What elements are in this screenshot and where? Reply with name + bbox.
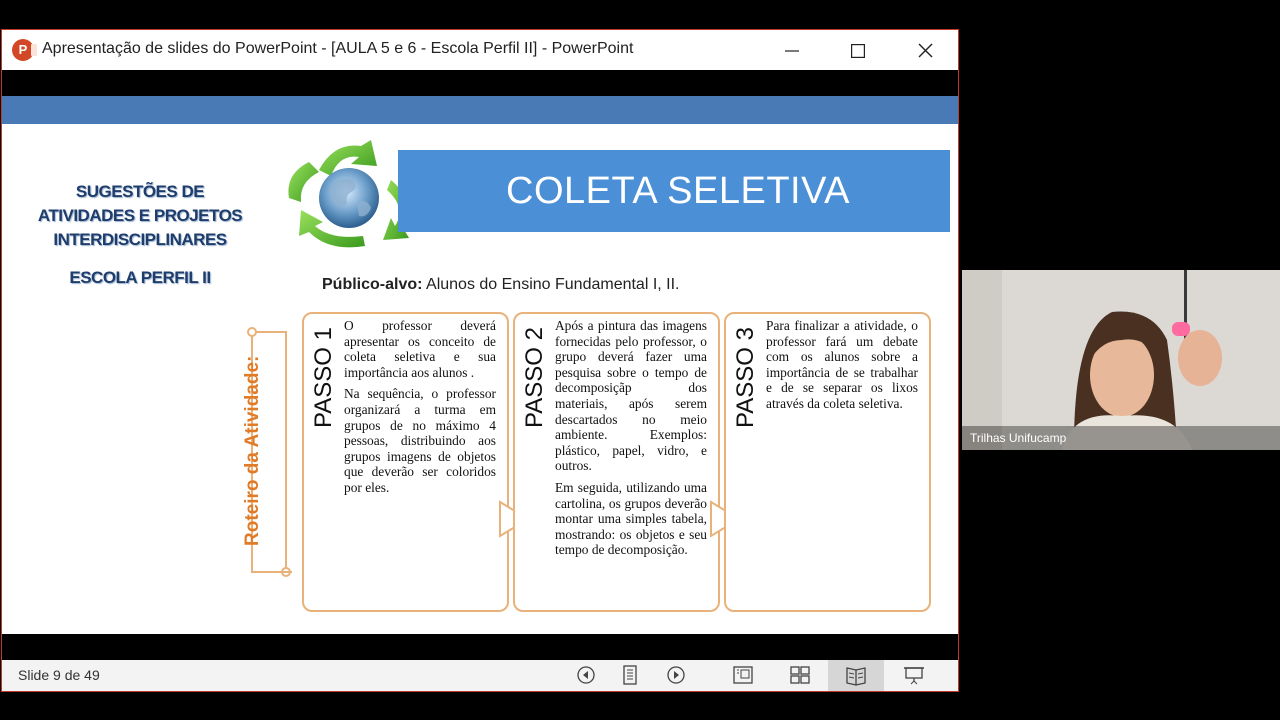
slide-sorter-button[interactable] — [786, 663, 814, 687]
slideshow-button[interactable] — [900, 663, 928, 687]
maximize-icon — [851, 43, 866, 58]
audience-label: Público-alvo: — [322, 276, 423, 293]
side-title-line: SUGESTÕES DE — [75, 182, 205, 201]
step-paragraph: Após a pintura das imagens fornecidas pe… — [555, 318, 707, 474]
status-bar: Slide 9 de 49 — [2, 660, 958, 691]
participant-name: Trilhas Unifucamp — [970, 431, 1067, 445]
maximize-button[interactable] — [828, 34, 888, 66]
step-label-1: PASSO 1 — [310, 327, 337, 428]
close-button[interactable] — [895, 34, 955, 66]
slide[interactable]: SUGESTÕES DE ATIVIDADES E PROJETOS INTER… — [2, 96, 958, 634]
step-label-2: PASSO 2 — [521, 327, 548, 428]
normal-view-button[interactable] — [729, 663, 757, 687]
close-icon — [918, 43, 932, 58]
reading-view-button[interactable] — [828, 660, 884, 691]
minimize-button[interactable] — [762, 34, 822, 66]
participant-video[interactable]: Trilhas Unifucamp — [962, 270, 1280, 450]
school-name: ESCOLA PERFIL II — [69, 268, 211, 287]
menu-button[interactable] — [616, 663, 644, 687]
step-text-3: Para finalizar a atividade, o professor … — [766, 318, 918, 418]
roteiro-label: Roteiro da Atividade: — [242, 355, 263, 547]
slide-top-bar — [2, 96, 958, 124]
slide-counter: Slide 9 de 49 — [18, 667, 100, 683]
slideshow-icon — [904, 667, 924, 685]
next-icon — [667, 666, 685, 684]
audience-value: Alunos do Ensino Fundamental I, II. — [422, 276, 680, 293]
step-paragraph: Na sequência, o professor organizará a t… — [344, 386, 496, 495]
powerpoint-app-icon: P — [12, 39, 37, 61]
participant-video-frame — [962, 270, 1280, 450]
side-title: SUGESTÕES DE ATIVIDADES E PROJETOS INTER… — [20, 180, 260, 252]
previous-icon — [577, 666, 595, 684]
slide-sorter-icon — [790, 666, 810, 684]
slide-title: COLETA SELETIVA — [506, 170, 850, 212]
previous-slide-button[interactable] — [572, 663, 600, 687]
slideshow-area[interactable]: SUGESTÕES DE ATIVIDADES E PROJETOS INTER… — [2, 70, 958, 660]
step-paragraph: Para finalizar a atividade, o professor … — [766, 318, 918, 411]
menu-icon — [623, 665, 637, 685]
powerpoint-window: P Apresentação de slides do PowerPoint -… — [1, 29, 959, 692]
side-title-line: INTERDISCIPLINARES — [53, 230, 227, 249]
next-slide-button[interactable] — [662, 663, 690, 687]
step-text-2: Após a pintura das imagens fornecidas pe… — [555, 318, 707, 564]
reading-view-icon — [846, 667, 866, 686]
step-paragraph: O professor deverá apresentar os conceit… — [344, 318, 496, 380]
window-title: Apresentação de slides do PowerPoint - [… — [42, 40, 634, 57]
normal-view-icon — [733, 666, 753, 684]
target-audience: Público-alvo: Alunos do Ensino Fundament… — [322, 276, 680, 294]
step-text-1: O professor deverá apresentar os conceit… — [344, 318, 496, 502]
step-paragraph: Em seguida, utilizando uma cartolina, os… — [555, 479, 707, 558]
side-title-line: ATIVIDADES E PROJETOS — [37, 206, 243, 225]
step-label-3: PASSO 3 — [732, 327, 759, 428]
title-bar: P Apresentação de slides do PowerPoint -… — [2, 30, 958, 70]
minimize-icon — [785, 50, 799, 52]
